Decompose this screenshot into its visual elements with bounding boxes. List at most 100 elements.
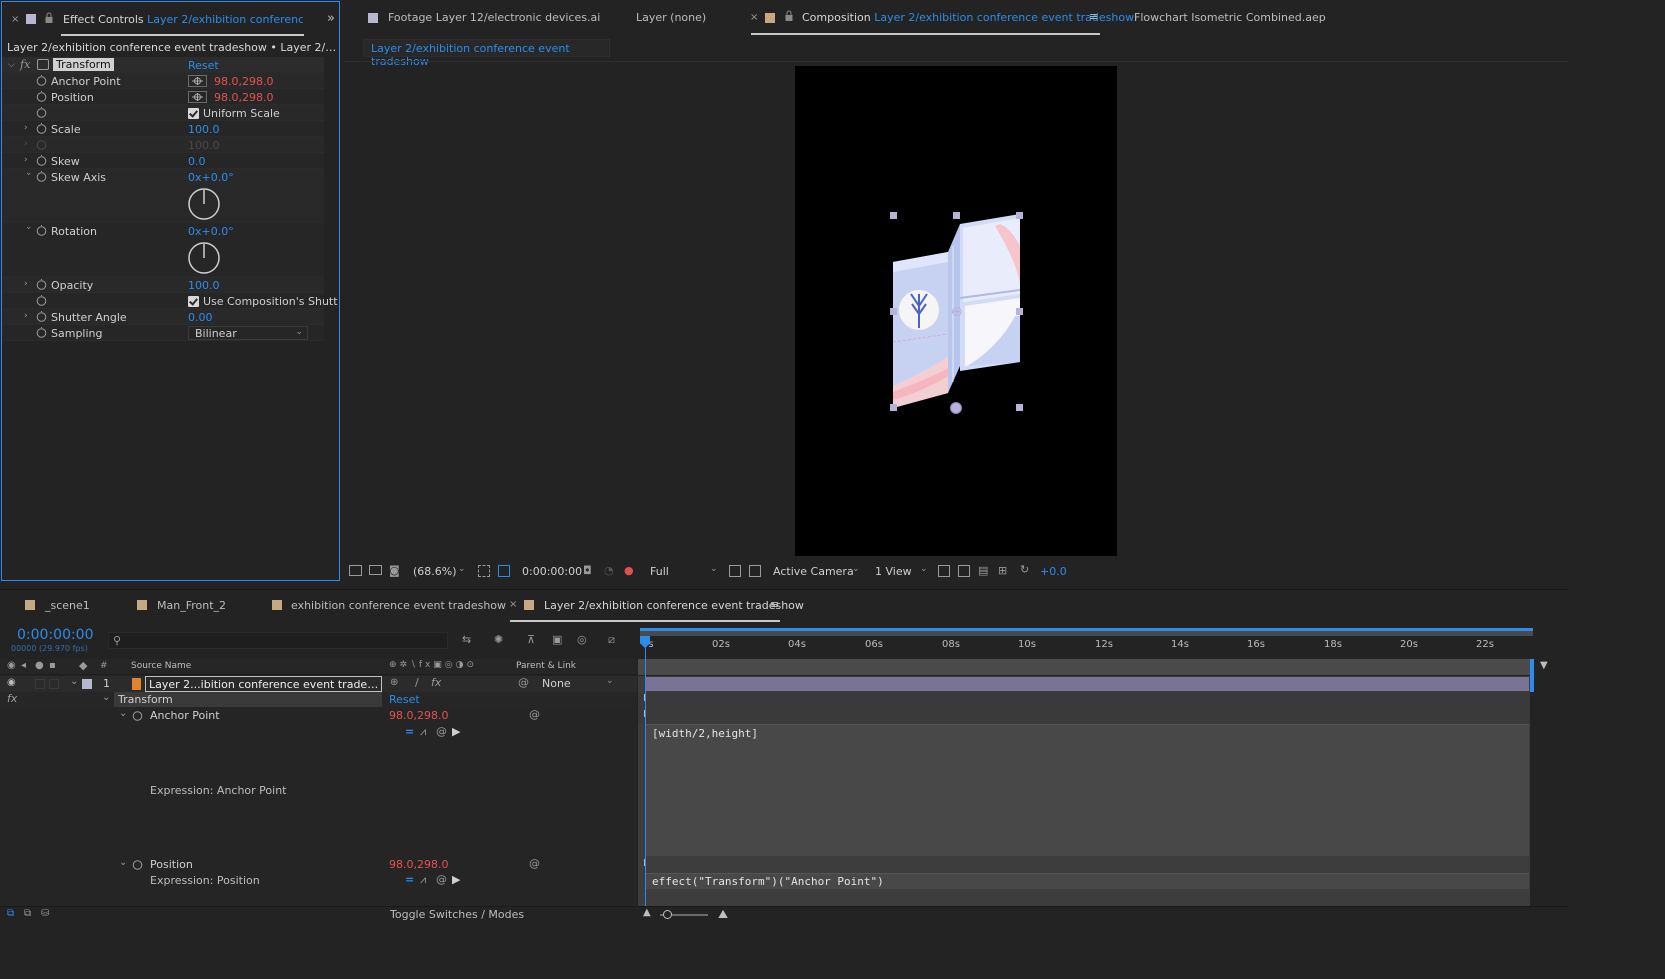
panel-menu-icon[interactable]: ≡ [1089,10,1098,23]
transform-handle[interactable] [1016,212,1023,219]
transform-effect-name[interactable]: Transform [114,692,382,707]
lock-icon[interactable] [44,12,54,24]
anchor-expression-text[interactable]: [width/2,height] [652,727,758,740]
transform-handle[interactable] [890,404,897,411]
uniform-scale-checkbox[interactable] [188,108,199,119]
stopwatch-icon[interactable] [36,295,47,306]
crosshair-icon[interactable] [188,91,207,103]
view-layout-dropdown[interactable]: 1 View ⌄ [870,563,932,580]
comp-marker-icon[interactable]: ▼ [1540,660,1548,671]
timeline-icon[interactable]: ▤ [978,564,988,577]
visibility-column-icon[interactable]: ◉ [7,660,16,671]
layer-switches-pane-icon[interactable]: ⧉ [7,908,14,919]
transparency-grid-icon[interactable] [749,565,761,577]
color-channels-icon[interactable]: ● [624,564,634,577]
fast-previews-icon[interactable] [958,565,970,577]
stopwatch-icon[interactable] [36,171,47,182]
zoom-out-icon[interactable]: ▲ [643,907,651,918]
close-icon[interactable]: × [750,12,758,23]
transform-handle[interactable] [1016,404,1023,411]
lock-toggle[interactable] [49,679,59,689]
position-value[interactable]: 98.0,298.0 [389,858,448,871]
zoom-dropdown[interactable]: (68.6%) [413,565,457,578]
chevron-down-icon[interactable]: ⌵ [8,60,15,70]
fx-icon[interactable]: fx [20,58,30,71]
stopwatch-icon[interactable] [36,225,47,236]
timeline-timecode[interactable]: 0:00:00:00 [17,627,94,643]
skew-value[interactable]: 0.0 [188,155,206,168]
vr-icon[interactable]: ◙ [389,564,400,577]
chevron-right-icon[interactable]: › [24,280,32,289]
always-preview-icon[interactable] [349,565,362,576]
timeline-tab-layer2[interactable]: Layer 2/exhibition conference event trad… [544,599,804,613]
fx-icon[interactable]: fx [7,692,17,705]
frame-blending-icon[interactable]: ▣ [552,633,562,646]
reset-link[interactable]: Reset [188,59,219,72]
panel-menu-icon[interactable]: ≡ [770,598,779,611]
rotation-value[interactable]: 0x+0.0° [188,225,234,238]
solo-toggle[interactable] [35,679,45,689]
exposure-value[interactable]: +0.0 [1040,565,1067,578]
crosshair-icon[interactable] [188,75,207,87]
timeline-search-input[interactable]: ⚲ [108,632,448,649]
show-snapshot-icon[interactable]: ◔ [604,564,614,577]
pick-whip-icon[interactable]: @ [529,708,540,721]
transfer-controls-pane-icon[interactable]: ⧉ [24,908,31,919]
shutter-angle-value[interactable]: 0.00 [188,311,213,324]
label-column-icon[interactable]: ◆ [79,659,87,672]
expression-menu-icon[interactable]: ▶ [452,873,460,886]
quality-icon[interactable]: / [415,676,419,689]
work-area-end[interactable] [1530,659,1534,692]
expression-pickwhip-icon[interactable]: @ [436,725,447,738]
comp-breadcrumb[interactable]: Layer 2/exhibition conference event trad… [363,39,610,68]
chevron-right-icon[interactable]: › [24,312,32,321]
collapse-transform-icon[interactable]: ⊕ [390,677,398,688]
anchor-expression-editor[interactable]: [width/2,height] [645,724,1529,856]
expression-enable-icon[interactable]: = [405,873,414,886]
grid-icon[interactable] [478,565,490,577]
chevron-down-icon[interactable]: ⌄ [70,676,78,687]
effect-transform-row[interactable]: fx ⌄ Transform Reset [0,692,637,708]
graph-icon[interactable]: ⩘ [420,725,426,739]
anchor-point-row[interactable]: ⌄ Anchor Point 98.0,298.0 @ [0,708,637,724]
effect-name[interactable]: Transform [53,58,114,71]
playhead[interactable] [645,640,646,910]
audio-column-icon[interactable]: ◂ [21,660,26,671]
viewer-timecode[interactable]: 0:00:00:00 [522,565,582,578]
work-area-bar[interactable] [640,628,1533,636]
comp-mini-flowchart-icon[interactable]: ⇆ [462,633,471,646]
stopwatch-icon[interactable] [36,155,47,166]
switches-header-icons[interactable]: ⊕✲∖fx▣◎◑⊙ [389,660,477,670]
camera-snapshot-icon[interactable]: ◘ [583,564,592,577]
layer-duration-bar[interactable] [645,677,1529,691]
monitor-icon[interactable] [369,565,382,575]
opacity-value[interactable]: 100.0 [188,279,220,292]
stopwatch-icon[interactable] [36,327,47,338]
tab-composition[interactable]: Composition Layer 2/exhibition conferenc… [802,11,1134,25]
transform-handle[interactable] [890,308,897,315]
solo-column-icon[interactable]: ● [35,660,44,671]
expression-menu-icon[interactable]: ▶ [452,725,460,738]
flowchart-icon[interactable]: ⊞ [998,564,1007,577]
position-expression-text[interactable]: effect("Transform")("Anchor Point") [652,875,884,888]
stopwatch-icon[interactable] [36,91,47,102]
timeline-tab-scene1[interactable]: _scene1 [45,599,90,613]
position-value[interactable]: 98.0,298.0 [214,91,273,104]
expression-enable-icon[interactable]: = [405,725,414,738]
camera-dropdown[interactable]: Active Camera ⌄ [768,563,862,580]
close-icon[interactable]: × [509,599,517,610]
anchor-point-value[interactable]: 98.0,298.0 [214,75,273,88]
time-ruler[interactable]: 0s 02s 04s 06s 08s 10s 12s 14s 16s 18s 2… [640,639,1533,659]
skew-axis-dial[interactable] [187,187,221,221]
toggle-pixel-aspect-icon[interactable] [938,565,950,577]
tab-layer[interactable]: Layer (none) [636,11,706,25]
transform-handle[interactable] [953,212,960,219]
transform-handle[interactable] [890,212,897,219]
chevron-down-icon[interactable]: › [23,172,33,180]
resolution-dropdown[interactable]: Full ⌄ [644,563,720,580]
pick-whip-icon[interactable]: @ [529,857,540,870]
timeline-zoom-slider[interactable] [660,910,708,919]
graph-editor-icon[interactable]: ⧄ [608,633,615,647]
layer-name-field[interactable]: Layer 2...ibition conference event trade… [145,676,382,692]
chevron-down-icon[interactable]: › [23,226,33,234]
